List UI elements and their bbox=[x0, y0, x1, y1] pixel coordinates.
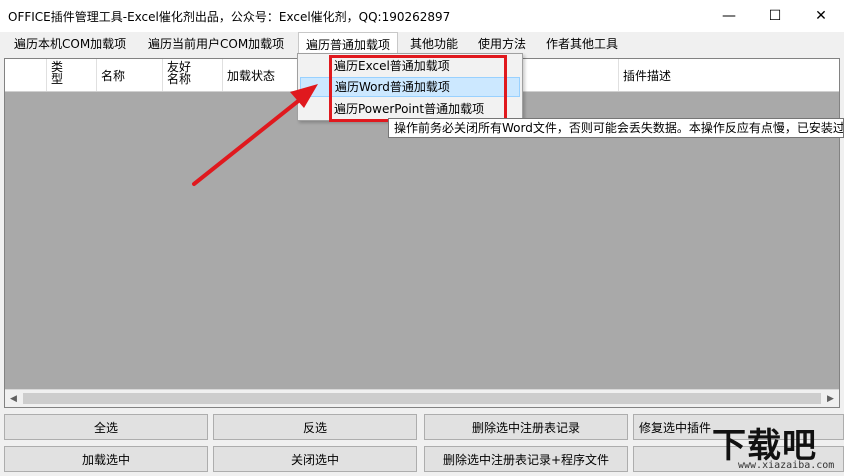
menu-local-com[interactable]: 遍历本机COM加载项 bbox=[7, 32, 133, 56]
menu-user-com[interactable]: 遍历当前用户COM加载项 bbox=[141, 32, 291, 56]
normal-addins-dropdown: 遍历Excel普通加载项 遍历Word普通加载项 遍历PowerPoint普通加… bbox=[297, 53, 523, 121]
header-type[interactable]: 类型 bbox=[47, 59, 97, 91]
invert-selection-button[interactable]: 反选 bbox=[213, 414, 417, 440]
maximize-button[interactable]: ☐ bbox=[752, 0, 798, 32]
maximize-icon: ☐ bbox=[768, 8, 782, 24]
tooltip: 操作前务必关闭所有Word文件，否则可能会丢失数据。本操作反应有点慢，已安装过 bbox=[388, 118, 844, 138]
menu-item-excel-addins[interactable]: 遍历Excel普通加载项 bbox=[300, 56, 520, 76]
header-friendly-name[interactable]: 友好名称 bbox=[163, 59, 223, 91]
watermark-url: www.xiazaiba.com bbox=[738, 460, 835, 471]
scroll-thumb[interactable] bbox=[23, 393, 821, 404]
minimize-button[interactable]: — bbox=[706, 0, 752, 32]
delete-registry-button[interactable]: 删除选中注册表记录 bbox=[424, 414, 628, 440]
watermark-logo: 下载吧 www.xiazaiba.com bbox=[708, 418, 844, 476]
delete-registry-files-button[interactable]: 删除选中注册表记录+程序文件 bbox=[424, 446, 628, 472]
close-button[interactable]: ✕ bbox=[798, 0, 844, 32]
menu-item-word-addins[interactable]: 遍历Word普通加载项 bbox=[300, 77, 520, 97]
header-description[interactable]: 插件描述 bbox=[619, 59, 839, 91]
window-title: OFFICE插件管理工具-Excel催化剂出品，公众号：Excel催化剂，QQ:… bbox=[8, 10, 451, 24]
header-name[interactable]: 名称 bbox=[97, 59, 163, 91]
minimize-icon: — bbox=[722, 8, 736, 24]
scroll-left-icon[interactable]: ◀ bbox=[5, 390, 22, 407]
header-select[interactable] bbox=[5, 59, 47, 91]
menu-author-tools[interactable]: 作者其他工具 bbox=[539, 32, 625, 56]
select-all-button[interactable]: 全选 bbox=[4, 414, 208, 440]
load-selected-button[interactable]: 加载选中 bbox=[4, 446, 208, 472]
title-bar: OFFICE插件管理工具-Excel催化剂出品，公众号：Excel催化剂，QQ:… bbox=[0, 0, 844, 32]
scroll-right-icon[interactable]: ▶ bbox=[822, 390, 839, 407]
horizontal-scrollbar[interactable]: ◀ ▶ bbox=[5, 389, 839, 407]
menu-item-powerpoint-addins[interactable]: 遍历PowerPoint普通加载项 bbox=[300, 99, 520, 119]
close-icon: ✕ bbox=[815, 8, 827, 24]
close-selected-button[interactable]: 关闭选中 bbox=[213, 446, 417, 472]
